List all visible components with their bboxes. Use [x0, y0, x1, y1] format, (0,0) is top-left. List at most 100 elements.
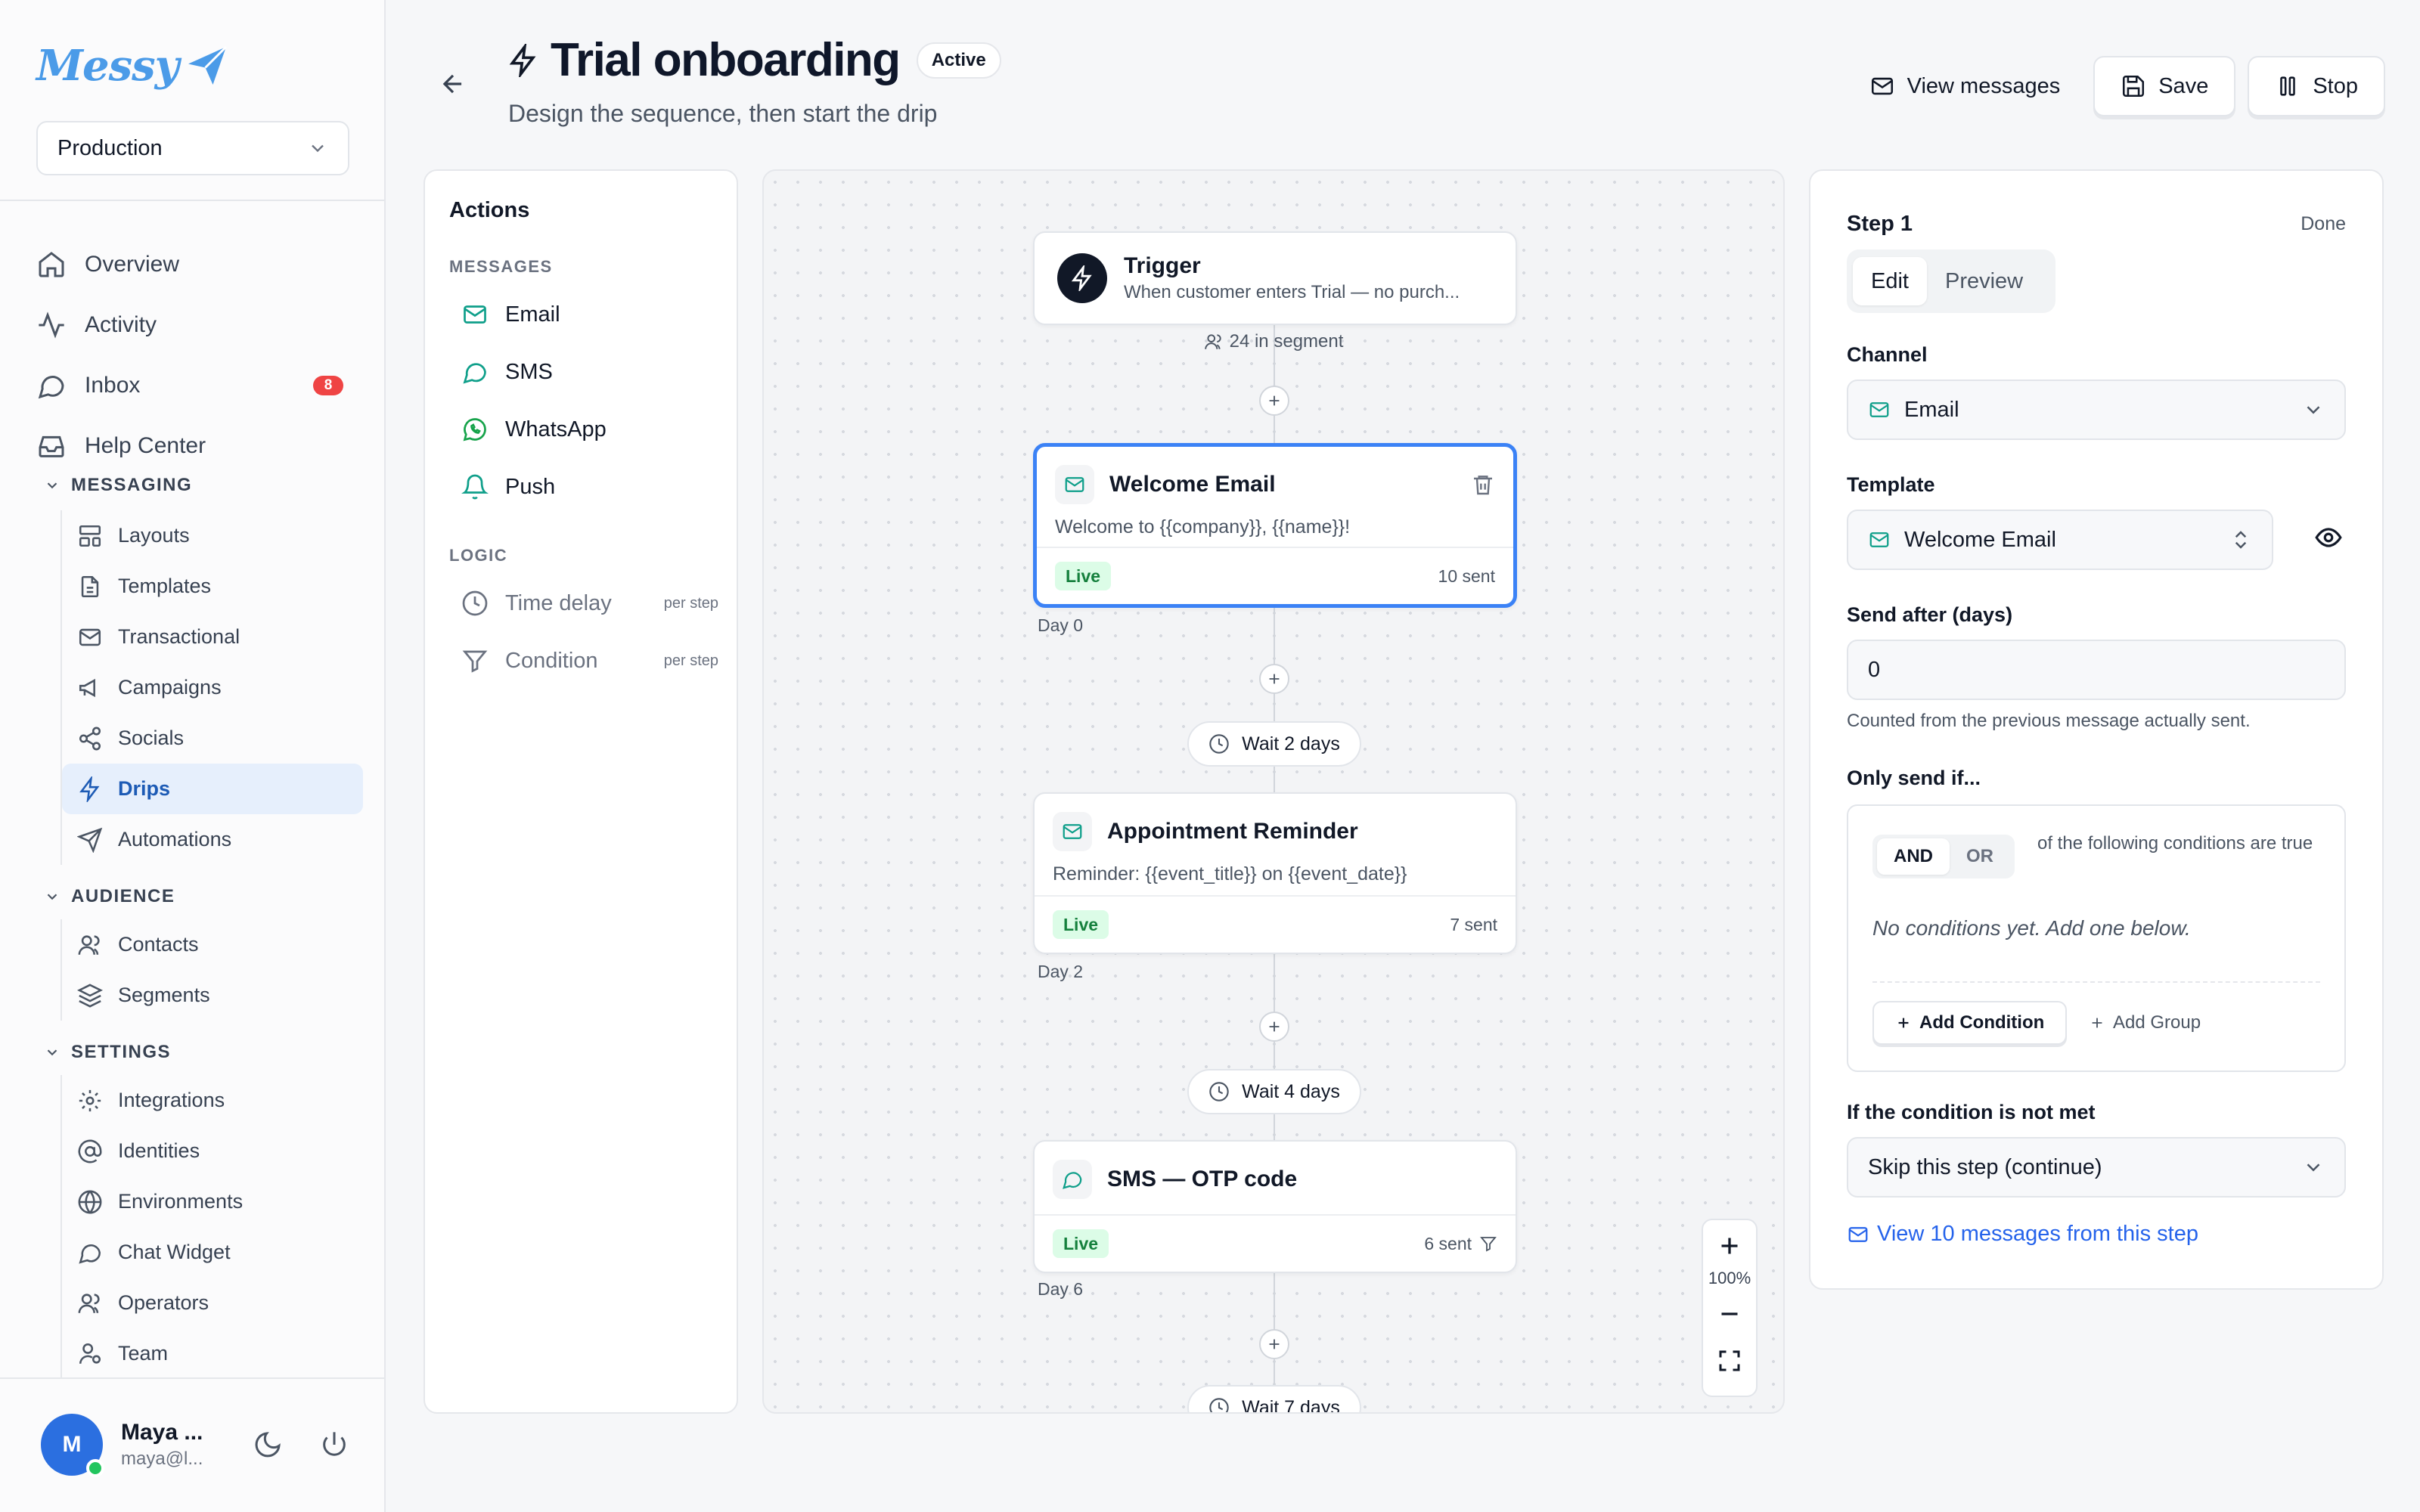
eye-icon[interactable]: [2314, 523, 2343, 552]
zoom-out-icon[interactable]: [1716, 1300, 1743, 1328]
page-title: Trial onboarding: [551, 34, 901, 86]
zoom-in-icon[interactable]: [1716, 1232, 1743, 1259]
wait-label: Wait 4 days: [1242, 1080, 1340, 1102]
nav-item-help-center[interactable]: Help Center: [36, 416, 349, 476]
fit-view-icon[interactable]: [1716, 1347, 1743, 1374]
mail-icon: [1869, 73, 1895, 99]
sidebar-item-label: Drips: [118, 777, 171, 800]
add-condition-button[interactable]: Add Condition: [1872, 1001, 2068, 1045]
add-step-button[interactable]: [1259, 1012, 1289, 1042]
action-label: Email: [505, 302, 560, 327]
section-messaging[interactable]: MESSAGING: [44, 475, 192, 496]
action-sms[interactable]: SMS: [461, 349, 718, 395]
avatar[interactable]: M: [41, 1414, 104, 1477]
stop-label: Stop: [2313, 73, 2358, 98]
tab-preview[interactable]: Preview: [1927, 257, 2041, 305]
sidebar-item-label: Segments: [118, 984, 210, 1006]
tab-edit[interactable]: Edit: [1853, 257, 1927, 305]
add-step-button[interactable]: [1259, 1329, 1289, 1359]
sidebar-item-campaigns[interactable]: Campaigns: [62, 662, 363, 713]
step-title: SMS — OTP code: [1107, 1167, 1298, 1191]
channel-select[interactable]: Email: [1847, 380, 2346, 440]
wait-pill[interactable]: Wait 4 days: [1187, 1069, 1361, 1114]
action-whatsapp[interactable]: WhatsApp: [461, 407, 718, 452]
send-icon: [77, 827, 103, 853]
inbox-count-badge: 8: [313, 376, 343, 395]
step-header: SMS — OTP code: [1035, 1142, 1516, 1199]
save-icon: [2121, 73, 2146, 99]
sidebar-item-socials[interactable]: Socials: [62, 713, 363, 764]
action-push[interactable]: Push: [461, 464, 718, 510]
and-option[interactable]: AND: [1877, 838, 1950, 875]
back-arrow-icon[interactable]: [439, 70, 467, 98]
sidebar-item-contacts[interactable]: Contacts: [62, 919, 363, 970]
add-group-button[interactable]: Add Group: [2089, 1001, 2201, 1045]
action-time-delay[interactable]: Time delay per step: [461, 581, 718, 626]
action-condition[interactable]: Condition per step: [461, 638, 718, 683]
sidebar-item-transactional[interactable]: Transactional: [62, 612, 363, 662]
not-met-select[interactable]: Skip this step (continue): [1847, 1137, 2346, 1198]
sidebar-item-chat-widget[interactable]: Chat Widget: [62, 1227, 363, 1278]
gear-icon: [77, 1088, 103, 1114]
step-node-welcome-email[interactable]: Welcome Email Welcome to {{company}}, {{…: [1033, 443, 1517, 608]
messages-group-label: MESSAGES: [449, 257, 553, 276]
trigger-node[interactable]: Trigger When customer enters Trial — no …: [1033, 231, 1517, 325]
moon-icon[interactable]: [253, 1430, 283, 1460]
section-settings[interactable]: SETTINGS: [44, 1042, 171, 1063]
sent-count-label: 10 sent: [1438, 565, 1495, 586]
sidebar-item-team[interactable]: Team: [62, 1328, 363, 1379]
sidebar-item-layouts[interactable]: Layouts: [62, 510, 363, 561]
sidebar-item-label: Operators: [118, 1291, 209, 1314]
sidebar-item-identities[interactable]: Identities: [62, 1126, 363, 1176]
sidebar-item-automations[interactable]: Automations: [62, 814, 363, 865]
sidebar-item-environments[interactable]: Environments: [62, 1176, 363, 1227]
sidebar-item-label: Team: [118, 1342, 169, 1365]
chat-icon: [77, 1240, 103, 1266]
view-messages-button[interactable]: View messages: [1848, 56, 2082, 116]
user-info: Maya ... maya@l...: [121, 1420, 219, 1470]
flow-canvas[interactable]: Trigger When customer enters Trial — no …: [762, 169, 1785, 1414]
nav-item-inbox[interactable]: Inbox 8: [36, 355, 349, 416]
view-step-messages-link[interactable]: View 10 messages from this step: [1847, 1222, 2198, 1247]
trash-icon[interactable]: [1471, 472, 1495, 497]
add-step-button[interactable]: [1259, 386, 1289, 416]
wait-pill[interactable]: Wait 7 days: [1187, 1385, 1361, 1412]
mail-icon: [77, 624, 103, 650]
step-node-sms-otp[interactable]: SMS — OTP code Live 6 sent: [1033, 1140, 1517, 1273]
or-option[interactable]: OR: [1950, 838, 2010, 875]
chat-icon: [461, 358, 489, 386]
logo[interactable]: Messy: [36, 41, 230, 91]
action-email[interactable]: Email: [461, 292, 718, 337]
template-label: Template: [1847, 473, 1935, 496]
nav-item-activity[interactable]: Activity: [36, 295, 349, 355]
stop-button[interactable]: Stop: [2248, 56, 2385, 116]
done-button[interactable]: Done: [2301, 213, 2346, 235]
filter-icon: [1479, 1235, 1497, 1253]
environment-select[interactable]: Production: [36, 121, 349, 175]
nav-item-overview[interactable]: Overview: [36, 234, 349, 295]
sidebar-item-templates[interactable]: Templates: [62, 561, 363, 612]
chevron-up-down-icon: [2229, 528, 2252, 551]
save-label: Save: [2158, 73, 2209, 98]
sidebar-item-drips[interactable]: Drips: [62, 764, 363, 814]
send-after-value: 0: [1868, 657, 1881, 682]
template-select[interactable]: Welcome Email: [1847, 510, 2273, 570]
section-title: AUDIENCE: [71, 886, 175, 906]
lightning-icon: [77, 776, 103, 802]
add-step-button[interactable]: [1259, 664, 1289, 694]
chat-icon: [1061, 1168, 1084, 1191]
step-title: Welcome Email: [1109, 472, 1276, 497]
sidebar-item-integrations[interactable]: Integrations: [62, 1075, 363, 1126]
power-icon[interactable]: [319, 1430, 349, 1460]
template-value: Welcome Email: [1904, 527, 2056, 552]
send-after-input[interactable]: 0: [1847, 640, 2346, 700]
sidebar-item-segments[interactable]: Segments: [62, 970, 363, 1021]
mail-icon: [1061, 820, 1084, 843]
chevron-down-icon: [307, 138, 328, 159]
sidebar-item-operators[interactable]: Operators: [62, 1278, 363, 1328]
wait-pill[interactable]: Wait 2 days: [1187, 721, 1361, 767]
section-audience[interactable]: AUDIENCE: [44, 886, 175, 907]
step-node-appointment-reminder[interactable]: Appointment Reminder Reminder: {{event_t…: [1033, 792, 1517, 954]
save-button[interactable]: Save: [2093, 56, 2236, 116]
plus-icon: [1895, 1015, 1912, 1031]
